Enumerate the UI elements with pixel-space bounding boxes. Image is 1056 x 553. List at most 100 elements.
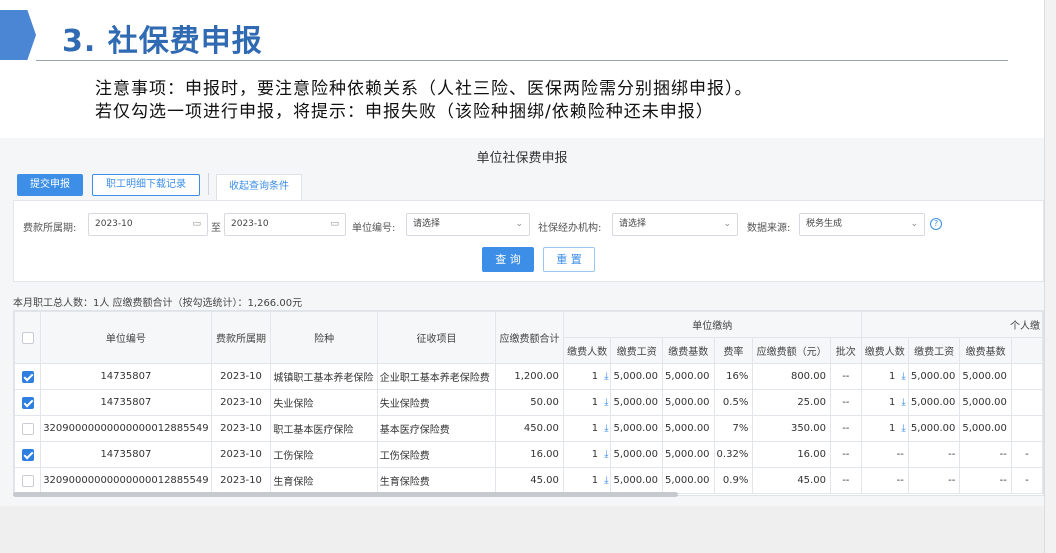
chevron-down-icon: ⌄	[910, 219, 918, 229]
agency-select[interactable]: 请选择 ⌄	[612, 213, 738, 236]
row-checkbox[interactable]	[21, 370, 34, 383]
calendar-icon: ▭	[330, 219, 339, 229]
cell-p-count: 1 ⤓	[860, 415, 909, 442]
cell-u-rate-value: 0.9%	[722, 475, 749, 486]
cell-p-count: --	[860, 441, 909, 468]
cell-p-count: 1 ⤓	[860, 363, 909, 390]
download-icon[interactable]: ⤓	[604, 371, 608, 382]
cell-u-count-value: 1	[591, 423, 599, 434]
cell-p-extra	[1010, 363, 1043, 390]
cell-u-count: 1 ⤓	[562, 415, 612, 442]
cell-u-wage-value: 5,000.00	[613, 449, 659, 460]
table-row[interactable]: 32090000000000000012885549 2023-10 职工基本医疗保…	[14, 415, 1043, 442]
query-button[interactable]: 查 询	[482, 247, 534, 272]
cell-p-extra	[1010, 415, 1043, 442]
select-all-checkbox[interactable]	[21, 331, 34, 344]
download-icon[interactable]: ⤓	[901, 423, 905, 434]
cell-insurance: 生育保险	[270, 467, 378, 494]
cell-u-count-value: 1	[591, 371, 599, 382]
table-row[interactable]: 14735807 2023-10 工伤保险 工伤保险费 16.00 1 ⤓ 5,000.00 5…	[14, 441, 1043, 468]
help-icon[interactable]: ?	[930, 218, 942, 230]
col-u-count: 缴费人数	[562, 337, 612, 364]
cell-p-wage-value: --	[948, 475, 956, 486]
cell-p-base-value: --	[999, 475, 1007, 486]
download-icon[interactable]: ⤓	[901, 397, 905, 408]
cell-u-base: 5,000.00	[662, 441, 715, 468]
cell-p-wage-value: 5,000.00	[910, 423, 956, 434]
col-p-extra	[1010, 337, 1043, 364]
cell-u-wage: 5,000.00	[610, 363, 664, 390]
cell-u-wage: 5,000.00	[610, 441, 664, 468]
cell-u-rate: 0.32%	[713, 441, 754, 468]
summary-text: 本月职工总人数：1人 应缴费额合计（按勾选统计）：1,266.00元	[13, 298, 303, 309]
cell-unit-code: 32090000000000000012885549	[40, 467, 212, 494]
select-all-cell[interactable]	[14, 311, 42, 364]
cell-u-batch: --	[829, 441, 862, 468]
unit-code-value: 请选择	[413, 219, 441, 229]
period-start-input[interactable]: 2023-10 ▭	[88, 213, 208, 236]
reset-button[interactable]: 重 置	[543, 247, 595, 272]
note-line-1: 注意事项：申报时，要注意险种依赖关系（人社三险、医保两险需分别捆绑申报）。	[95, 79, 753, 99]
cell-insurance: 职工基本医疗保险	[270, 415, 378, 442]
cell-insurance-value: 失业保险	[273, 399, 314, 410]
cell-period-value: 2023-10	[220, 449, 262, 460]
col-item: 征收项目	[376, 311, 497, 364]
row-checkbox[interactable]	[21, 422, 34, 435]
cell-u-base-value: 5,000.00	[665, 475, 710, 486]
declaration-table: 单位编号 费款所属期 险种 征收项目 应缴费额合计 单位缴纳 个人缴 缴费人数 …	[13, 310, 1044, 496]
checkbox-cell	[14, 389, 42, 416]
submit-declaration-button[interactable]: 提交申报	[17, 174, 83, 196]
col-p-wage: 缴费工资	[907, 337, 961, 364]
cell-u-wage: 5,000.00	[610, 415, 664, 442]
source-value: 税务生成	[806, 219, 843, 229]
checkbox-cell	[14, 467, 42, 494]
table-row[interactable]: 14735807 2023-10 失业保险 失业保险费 50.00 1 ⤓ 5,000.00 5…	[14, 389, 1043, 416]
download-icon[interactable]: ⤓	[604, 397, 608, 408]
cell-p-extra: -	[1010, 441, 1043, 468]
table-row[interactable]: 14735807 2023-10 城镇职工基本养老保险 企业职工基本养老保险费 1,20…	[14, 363, 1043, 390]
chevron-down-icon: ⌄	[515, 219, 523, 229]
table-body: 14735807 2023-10 城镇职工基本养老保险 企业职工基本养老保险费 1,20…	[14, 363, 1043, 494]
cell-u-base: 5,000.00	[662, 467, 715, 494]
cell-u-wage: 5,000.00	[610, 389, 664, 416]
cell-p-count-value: --	[896, 475, 904, 486]
period-label: 费款所属期:	[23, 223, 77, 234]
table-row[interactable]: 32090000000000000012885549 2023-10 生育保险 生育保…	[14, 467, 1043, 494]
collapse-query-tab[interactable]: 收起查询条件	[216, 174, 302, 200]
cell-p-wage: 5,000.00	[907, 415, 961, 442]
unit-code-select[interactable]: 请选择 ⌄	[406, 213, 530, 236]
col-u-amount: 应缴费额（元）	[752, 337, 831, 364]
cell-u-amount-value: 800.00	[790, 371, 826, 382]
cell-item-value: 基本医疗保险费	[379, 425, 450, 436]
cell-u-wage-value: 5,000.00	[613, 397, 659, 408]
cell-unit-code: 32090000000000000012885549	[40, 415, 212, 442]
row-checkbox[interactable]	[21, 474, 34, 487]
cell-u-amount-value: 25.00	[797, 397, 826, 408]
cell-u-batch: --	[829, 467, 862, 494]
cell-period: 2023-10	[210, 363, 272, 390]
cell-total-value: 16.00	[530, 449, 559, 460]
note-line-2: 若仅勾选一项进行申报，将提示：申报失败（该险种捆绑/依赖险种还未申报）	[95, 102, 714, 122]
source-select[interactable]: 税务生成 ⌄	[799, 213, 925, 236]
period-end-input[interactable]: 2023-10 ▭	[224, 213, 346, 236]
slide-scrollbar[interactable]	[1044, 0, 1056, 553]
cell-u-base: 5,000.00	[662, 363, 715, 390]
cell-u-batch-value: --	[842, 449, 850, 460]
download-icon[interactable]: ⤓	[901, 371, 905, 382]
cell-p-wage: 5,000.00	[907, 389, 961, 416]
cell-u-count-value: 1	[591, 475, 599, 486]
cell-total-value: 450.00	[523, 423, 559, 434]
download-icon[interactable]: ⤓	[604, 423, 608, 434]
cell-total-value: 45.00	[530, 475, 559, 486]
row-checkbox[interactable]	[21, 448, 34, 461]
download-records-button[interactable]: 职工明细下载记录	[92, 174, 200, 196]
cell-u-count: 1 ⤓	[562, 467, 612, 494]
cell-p-count: --	[860, 467, 909, 494]
download-icon[interactable]: ⤓	[604, 475, 608, 486]
horizontal-scrollbar[interactable]	[13, 492, 678, 497]
cell-insurance-value: 工伤保险	[273, 451, 314, 462]
cell-total: 450.00	[495, 415, 564, 442]
download-icon[interactable]: ⤓	[604, 449, 608, 460]
row-checkbox[interactable]	[21, 396, 34, 409]
col-insurance: 险种	[270, 311, 378, 364]
